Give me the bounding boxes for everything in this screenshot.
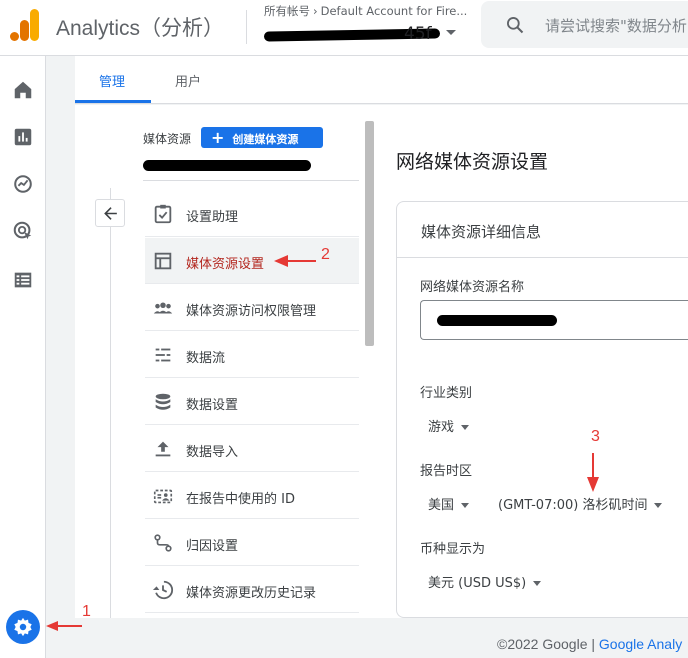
chevron-down-icon — [461, 425, 470, 430]
search-bar[interactable]: 请尝试搜索"数据分析 — [481, 1, 688, 48]
country-value: 美国 — [428, 498, 455, 513]
timezone-select[interactable]: (GMT-07:00) 洛杉矶时间 — [498, 494, 663, 513]
arrow-left-icon — [104, 207, 117, 220]
create-property-label: 创建媒体资源 — [232, 133, 299, 146]
account-breadcrumb[interactable]: 所有帐号 › Default Account for Fire... — [264, 3, 474, 19]
copyright-text: ©2022 Google | — [497, 636, 596, 652]
checklist-icon — [154, 204, 172, 224]
property-name-suffix: 45f — [404, 24, 432, 44]
menu-item-label: 数据流 — [186, 351, 226, 366]
attribution-icon — [154, 534, 172, 552]
top-app-bar: Analytics（分析） 所有帐号 › Default Account for F… — [0, 0, 688, 56]
search-input[interactable]: 请尝试搜索"数据分析 — [545, 15, 687, 36]
people-icon — [153, 302, 173, 314]
create-property-button[interactable]: + 创建媒体资源 — [201, 127, 323, 148]
annotation-arrow-icon — [274, 255, 316, 267]
chevron-down-icon — [461, 503, 470, 508]
menu-item-data-streams[interactable]: 数据流 — [145, 332, 359, 378]
redacted-property-name-value — [437, 315, 557, 326]
menu-item-data-settings[interactable]: 数据设置 — [145, 379, 359, 425]
country-select[interactable]: 美国 — [428, 494, 470, 513]
active-tab-indicator — [75, 100, 151, 103]
configure-icon[interactable] — [12, 269, 34, 291]
app-title: Analytics（分析） — [56, 17, 225, 40]
upload-icon — [155, 441, 171, 457]
property-selector-underline — [143, 180, 359, 181]
menu-item-label: 媒体资源设置 — [186, 257, 265, 272]
property-name-label: 网络媒体资源名称 — [420, 280, 525, 295]
layout-icon — [154, 252, 172, 270]
property-dropdown-icon[interactable] — [446, 30, 456, 35]
annotation-number: 2 — [321, 246, 330, 263]
menu-item-setup-assistant[interactable]: 设置助理 — [145, 191, 359, 237]
annotation-arrow-icon — [587, 453, 599, 492]
menu-item-label: 数据导入 — [186, 445, 239, 460]
chevron-right-icon: › — [313, 4, 318, 18]
footer-link[interactable]: Google Analy — [599, 636, 682, 652]
gear-icon — [14, 617, 32, 637]
analytics-logo[interactable] — [10, 9, 40, 41]
history-icon — [152, 580, 174, 600]
industry-select[interactable]: 游戏 — [428, 416, 470, 435]
menu-item-label: 媒体资源更改历史记录 — [186, 586, 317, 601]
menu-item-label: 媒体资源访问权限管理 — [186, 304, 317, 319]
menu-item-change-history[interactable]: 媒体资源更改历史记录 — [145, 567, 359, 613]
search-icon — [507, 17, 524, 34]
property-selector[interactable]: 45f — [263, 24, 441, 44]
industry-value: 游戏 — [428, 420, 455, 435]
page-title: 网络媒体资源设置 — [396, 151, 549, 173]
left-nav-rail — [0, 56, 46, 658]
menu-item-label: 在报告中使用的 ID — [186, 492, 295, 507]
explore-icon[interactable] — [12, 173, 34, 195]
plus-icon: + — [211, 128, 225, 147]
tab-admin[interactable]: 管理 — [99, 71, 125, 90]
currency-value: 美元 (USD US$) — [428, 576, 527, 591]
header-divider — [246, 10, 247, 44]
column-divider — [110, 188, 111, 618]
property-name-input[interactable] — [420, 300, 688, 340]
card-header: 媒体资源详细信息 — [397, 202, 688, 258]
currency-label: 币种显示为 — [420, 542, 486, 557]
back-button[interactable] — [95, 199, 125, 227]
redacted-property-selector[interactable] — [143, 160, 311, 171]
annotation-arrow-icon — [46, 621, 82, 631]
menu-item-label: 设置助理 — [186, 210, 239, 225]
card-title: 媒体资源详细信息 — [421, 223, 542, 241]
admin-button[interactable] — [6, 610, 40, 644]
menu-item-data-import[interactable]: 数据导入 — [145, 426, 359, 472]
menu-item-label: 归因设置 — [186, 539, 239, 554]
chevron-down-icon — [533, 581, 542, 586]
data-stream-icon — [155, 348, 171, 362]
property-section-label: 媒体资源 — [143, 132, 192, 146]
footer: ©2022 Google | Google Analy — [497, 636, 682, 652]
advertising-icon[interactable] — [12, 220, 34, 242]
timezone-value: (GMT-07:00) 洛杉矶时间 — [498, 498, 648, 513]
admin-tabs: 管理 用户 — [75, 56, 688, 104]
menu-item-reporting-identity[interactable]: 在报告中使用的 ID — [145, 473, 359, 519]
home-icon[interactable] — [12, 79, 34, 101]
tab-users[interactable]: 用户 — [175, 71, 201, 90]
account-name: Default Account for Fire... — [320, 4, 468, 18]
menu-item-label: 数据设置 — [186, 398, 239, 413]
industry-label: 行业类别 — [420, 386, 473, 401]
scrollbar[interactable] — [365, 121, 374, 346]
account-crumb-label: 所有帐号 — [264, 4, 310, 18]
annotation-number: 3 — [591, 428, 600, 445]
currency-select[interactable]: 美元 (USD US$) — [428, 572, 542, 591]
id-icon — [153, 489, 173, 504]
database-icon — [155, 393, 171, 410]
chevron-down-icon — [654, 503, 663, 508]
menu-item-attribution-settings[interactable]: 归因设置 — [145, 520, 359, 566]
reports-icon[interactable] — [12, 126, 34, 148]
timezone-label: 报告时区 — [420, 464, 473, 479]
menu-item-access-management[interactable]: 媒体资源访问权限管理 — [145, 285, 359, 331]
